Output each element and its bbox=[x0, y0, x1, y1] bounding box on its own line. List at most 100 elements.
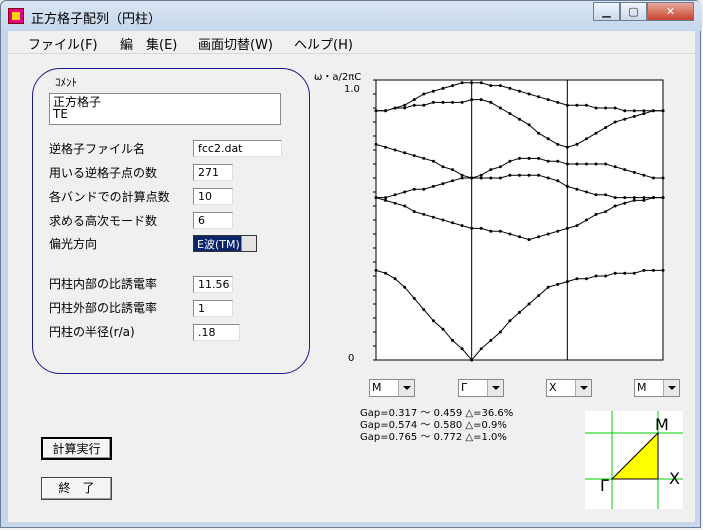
polarization-select[interactable]: E波(TM) bbox=[193, 235, 257, 252]
menu-view[interactable]: 画面切替(W) bbox=[198, 34, 273, 53]
path-select-2[interactable]: Γ bbox=[458, 379, 504, 397]
band-point bbox=[441, 218, 445, 222]
eps-out-label: 円柱外部の比誘電率 bbox=[49, 301, 158, 315]
minimize-button[interactable]: ▁ bbox=[593, 2, 620, 21]
band-point bbox=[632, 114, 636, 118]
band-point bbox=[508, 112, 512, 116]
band-point bbox=[632, 170, 636, 174]
band-point bbox=[546, 137, 550, 141]
band-point bbox=[422, 92, 426, 96]
chevron-down-icon[interactable] bbox=[487, 380, 503, 396]
band-point bbox=[556, 179, 560, 183]
menu-edit[interactable]: 編 集(E) bbox=[120, 34, 177, 53]
file-input[interactable]: fcc2.dat bbox=[193, 140, 282, 157]
band-point bbox=[393, 201, 397, 205]
band-point bbox=[460, 81, 464, 85]
band-point bbox=[403, 106, 407, 110]
bz-label-gamma: Γ bbox=[600, 476, 609, 495]
band-point bbox=[470, 358, 474, 362]
eps-in-input[interactable]: 11.56 bbox=[193, 276, 233, 293]
client-area: ｺﾒﾝﾄ 正方格子 TE 逆格子ファイル名 fcc2.dat 用いる逆格子点の数… bbox=[8, 54, 695, 522]
band-point bbox=[393, 148, 397, 152]
band-point bbox=[527, 173, 531, 177]
calc-points-input[interactable]: 10 bbox=[193, 188, 233, 205]
menu-bar: ファイル(F) 編 集(E) 画面切替(W) ヘルプ(H) bbox=[8, 31, 695, 54]
band-point bbox=[384, 109, 388, 113]
band-point bbox=[479, 347, 483, 351]
close-button[interactable]: ✕ bbox=[647, 2, 694, 21]
band-point bbox=[508, 319, 512, 323]
band-point bbox=[508, 86, 512, 90]
path-select-1-value: M bbox=[372, 381, 382, 394]
window-title: 正方格子配列（円柱） bbox=[31, 12, 162, 27]
band-point bbox=[594, 212, 598, 216]
band-point bbox=[613, 165, 617, 169]
band-point bbox=[527, 156, 531, 160]
app-window: 正方格子配列（円柱） ▁ ▢ ✕ ファイル(F) 編 集(E) 画面切替(W) … bbox=[0, 0, 702, 528]
band-point bbox=[489, 338, 493, 342]
modes-input[interactable]: 6 bbox=[193, 212, 233, 229]
band-point bbox=[451, 168, 455, 172]
maximize-button[interactable]: ▢ bbox=[620, 2, 647, 21]
path-select-3[interactable]: X bbox=[546, 379, 592, 397]
band-point bbox=[403, 285, 407, 289]
points-input[interactable]: 271 bbox=[193, 164, 233, 181]
run-button[interactable]: 計算実行 bbox=[41, 437, 112, 460]
comment-memo[interactable]: 正方格子 TE bbox=[49, 93, 281, 125]
band-point bbox=[575, 277, 579, 281]
band-point bbox=[546, 176, 550, 180]
band-point bbox=[518, 235, 521, 239]
maximize-icon: ▢ bbox=[628, 5, 639, 18]
band-point bbox=[632, 196, 636, 200]
band-point bbox=[556, 100, 560, 104]
band-point bbox=[527, 123, 531, 127]
points-label: 用いる逆格子点の数 bbox=[49, 166, 158, 180]
band-point bbox=[565, 103, 569, 107]
band-point bbox=[623, 109, 627, 113]
app-icon[interactable] bbox=[8, 8, 24, 24]
band-point bbox=[441, 182, 445, 186]
band-point bbox=[594, 162, 598, 166]
band-point bbox=[632, 198, 636, 202]
menu-help[interactable]: ヘルプ(H) bbox=[294, 34, 353, 53]
path-select-4-value: M bbox=[637, 381, 647, 394]
band-point bbox=[412, 98, 416, 102]
band-point bbox=[604, 126, 608, 130]
radius-input[interactable]: .18 bbox=[193, 324, 240, 341]
exit-button[interactable]: 終 了 bbox=[41, 477, 112, 500]
band-point bbox=[384, 271, 388, 275]
band-point bbox=[422, 103, 426, 107]
path-select-4[interactable]: M bbox=[634, 379, 680, 397]
band-point bbox=[604, 193, 608, 197]
close-icon: ✕ bbox=[665, 5, 676, 18]
band-point bbox=[527, 92, 531, 96]
chevron-down-icon[interactable] bbox=[663, 380, 679, 396]
band-point bbox=[508, 159, 512, 163]
title-bar[interactable]: 正方格子配列（円柱） ▁ ▢ ✕ bbox=[1, 1, 702, 31]
band-point bbox=[518, 173, 521, 177]
band-point bbox=[412, 187, 416, 191]
band-point bbox=[565, 162, 569, 166]
menu-file-label: ファイル(F) bbox=[28, 38, 98, 53]
band-point bbox=[575, 162, 579, 166]
band-point bbox=[623, 271, 627, 275]
chevron-down-icon[interactable] bbox=[575, 380, 591, 396]
minimize-icon: ▁ bbox=[602, 5, 611, 18]
band-point bbox=[594, 106, 598, 110]
chevron-down-icon[interactable] bbox=[398, 380, 414, 396]
band-point bbox=[479, 226, 483, 230]
eps-out-input[interactable]: 1 bbox=[193, 300, 233, 317]
band-diagram bbox=[373, 79, 665, 362]
band-point bbox=[546, 232, 550, 236]
menu-file[interactable]: ファイル(F) bbox=[28, 34, 98, 53]
band-point bbox=[431, 184, 435, 188]
band-point bbox=[384, 145, 388, 149]
path-select-1[interactable]: M bbox=[369, 379, 415, 397]
path-select-2-value: Γ bbox=[461, 381, 468, 394]
band-point bbox=[604, 106, 608, 110]
menu-edit-label: 編 集(E) bbox=[120, 38, 178, 53]
modes-label: 求める高次モード数 bbox=[49, 214, 158, 228]
polarization-drop-button[interactable] bbox=[241, 236, 256, 251]
band-point bbox=[651, 176, 655, 180]
band-point bbox=[451, 84, 455, 88]
